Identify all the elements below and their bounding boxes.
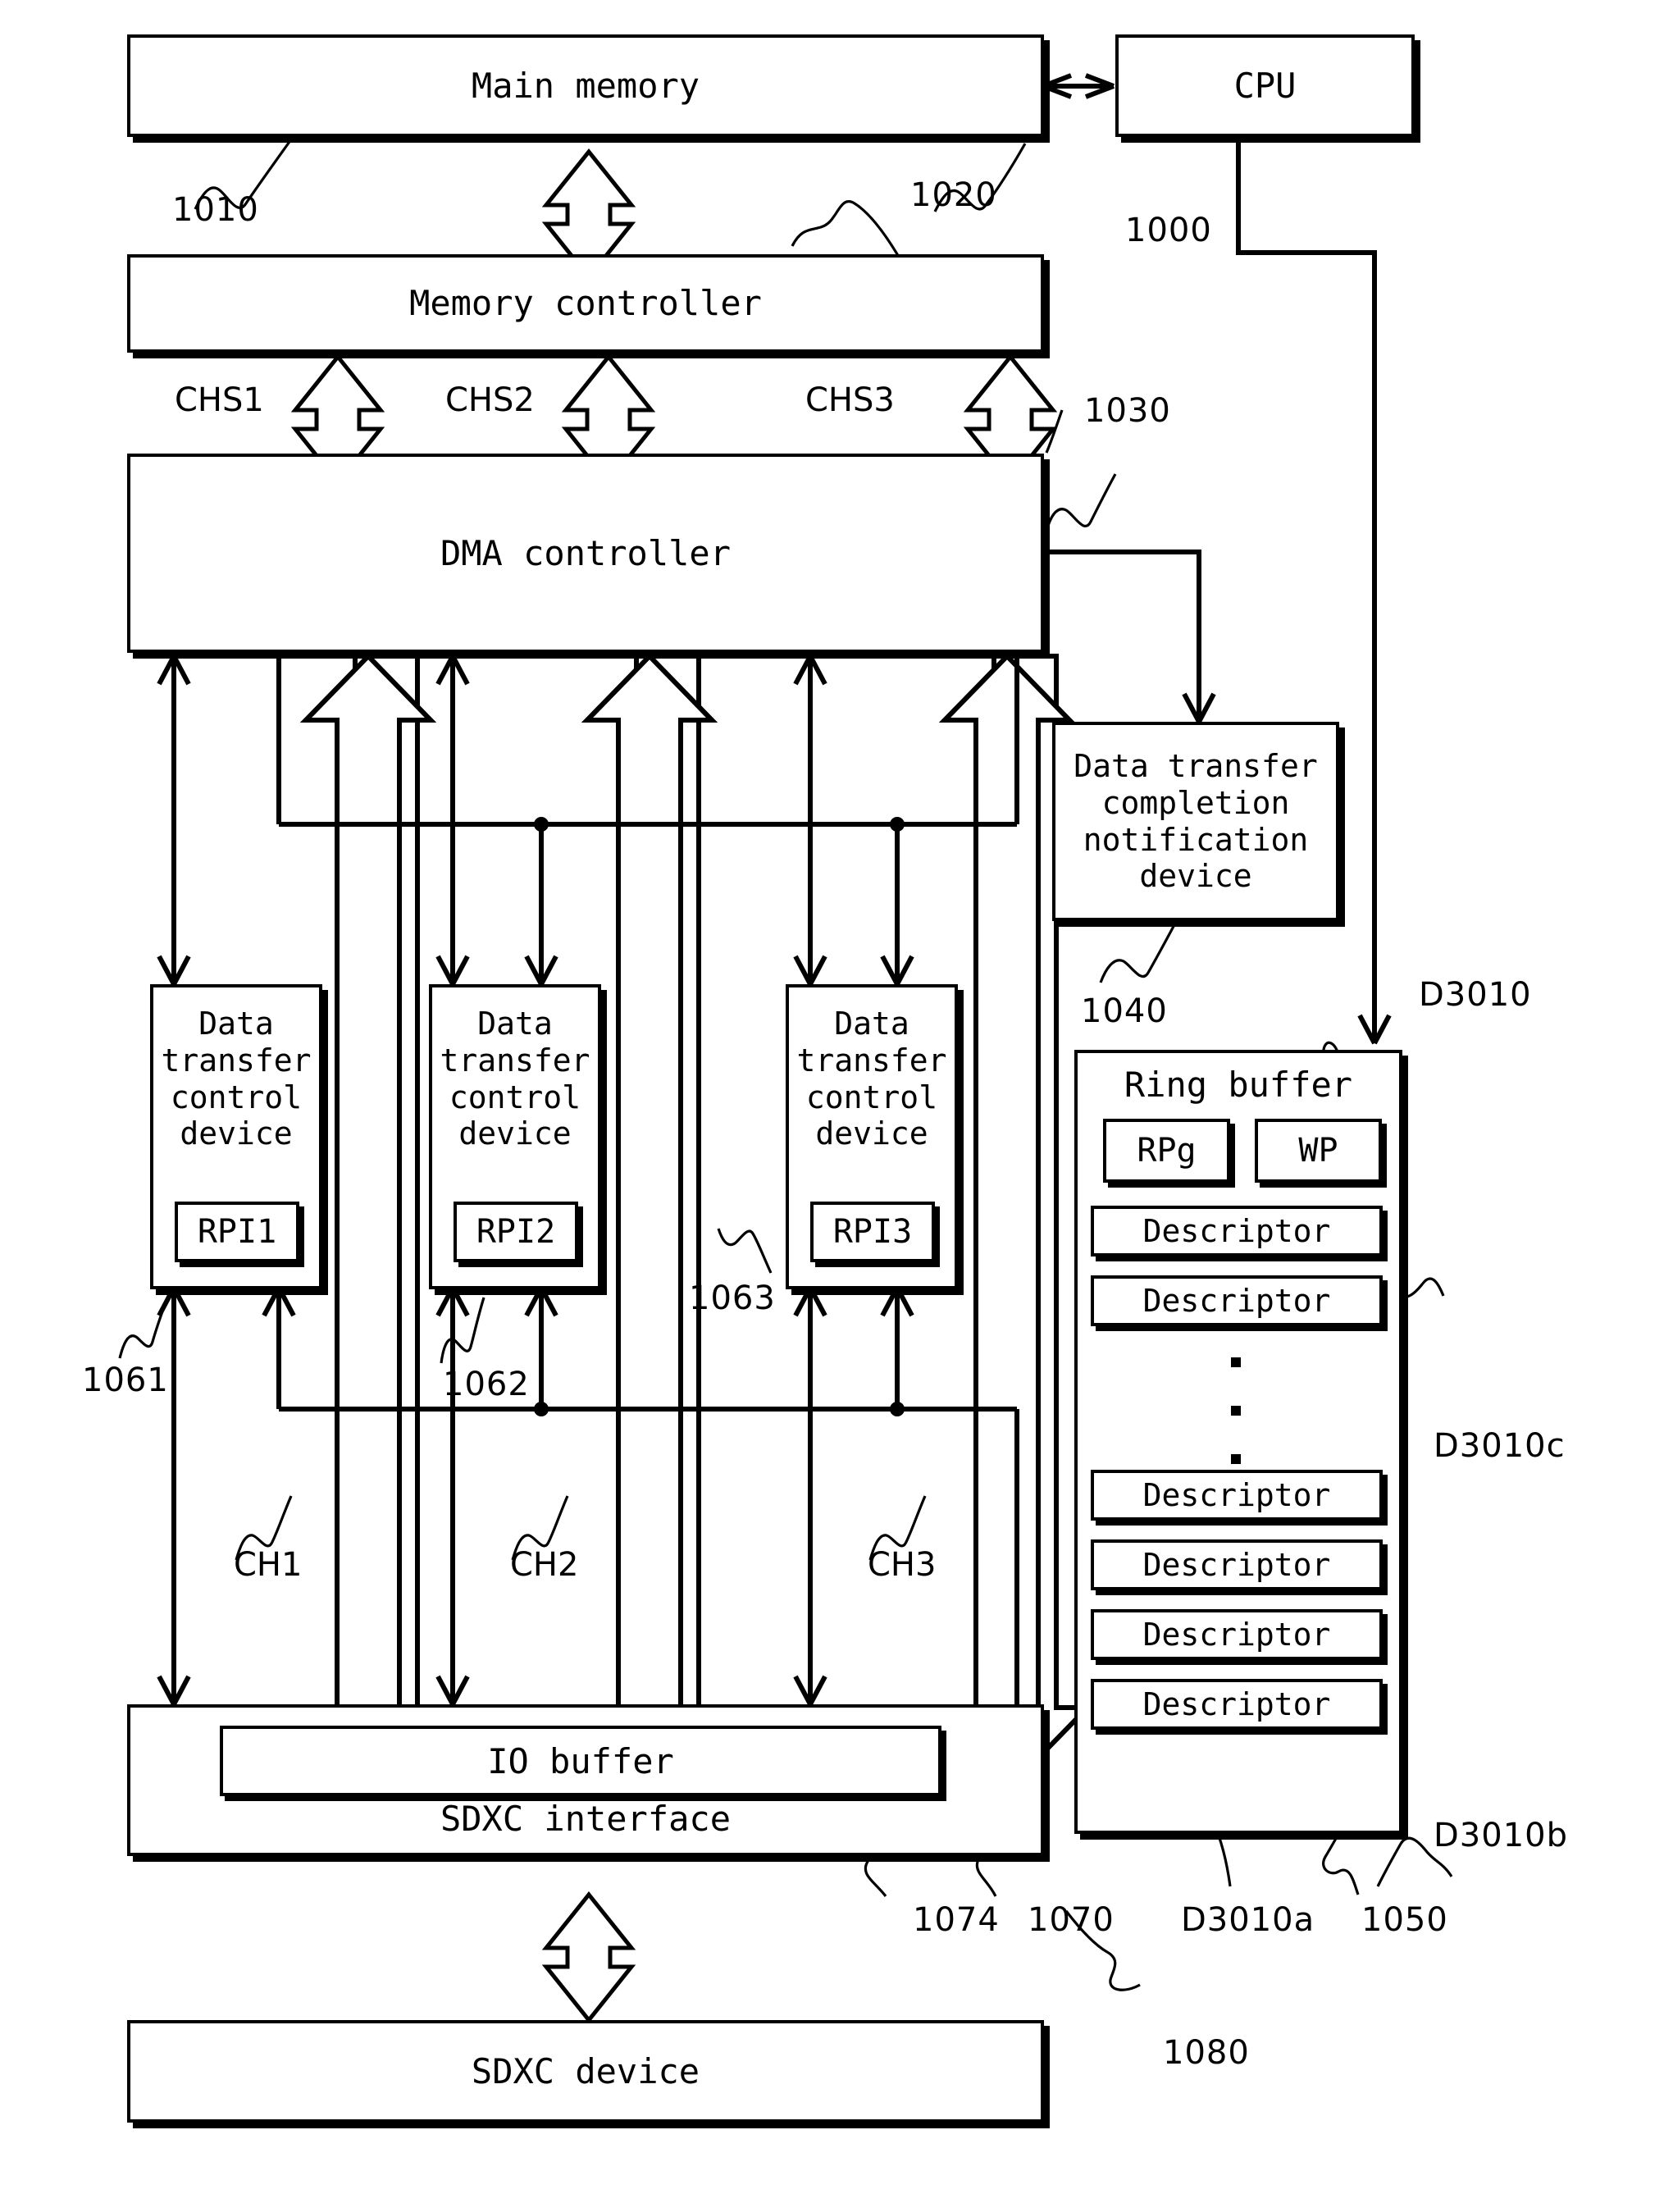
ref-numeral-D3010: D3010 xyxy=(1419,976,1532,1014)
rpi3-label: RPI3 xyxy=(832,1213,913,1251)
ref-numeral-1061: 1061 xyxy=(82,1361,169,1399)
register-rpi1: RPI1 xyxy=(175,1202,299,1262)
dtc2-label: Data transfer control device xyxy=(440,1006,590,1152)
dtc3-label: Data transfer control device xyxy=(796,1006,947,1152)
ref-numeral-1080: 1080 xyxy=(1163,2034,1250,2072)
wp-label: WP xyxy=(1298,1132,1338,1170)
ring-buffer-title: Ring buffer xyxy=(1124,1065,1353,1105)
descriptor-entry: Descriptor xyxy=(1091,1679,1383,1730)
ellipsis-dot xyxy=(1231,1406,1241,1416)
descriptor-entry: Descriptor xyxy=(1091,1539,1383,1590)
descriptor-label: Descriptor xyxy=(1142,1213,1331,1249)
descriptor-entry: Descriptor xyxy=(1091,1275,1383,1326)
pointer-wp: WP xyxy=(1255,1119,1382,1183)
descriptor-entry: Descriptor xyxy=(1091,1470,1383,1521)
ref-numeral-1074: 1074 xyxy=(913,1901,1000,1939)
block-cpu: CPU xyxy=(1115,34,1415,137)
descriptor-label: Descriptor xyxy=(1142,1686,1331,1722)
pointer-rpg: RPg xyxy=(1103,1119,1230,1183)
rpg-label: RPg xyxy=(1137,1132,1197,1170)
descriptor-entry: Descriptor xyxy=(1091,1206,1383,1257)
ref-numeral-D3010b: D3010b xyxy=(1434,1817,1568,1854)
vertical-ellipsis xyxy=(1228,1357,1244,1464)
ref-numeral-1010: 1010 xyxy=(172,191,259,229)
ellipsis-dot xyxy=(1231,1357,1241,1367)
cpu-label: CPU xyxy=(1233,65,1297,106)
rpi2-label: RPI2 xyxy=(476,1213,556,1251)
ref-numeral-1000: 1000 xyxy=(1125,212,1212,249)
ref-numeral-1070: 1070 xyxy=(1028,1901,1115,1939)
ref-numeral-1063: 1063 xyxy=(689,1279,776,1317)
descriptor-entry: Descriptor xyxy=(1091,1609,1383,1660)
dma-controller-label: DMA controller xyxy=(440,532,731,573)
ellipsis-dot xyxy=(1231,1454,1241,1464)
ref-numeral-1020: 1020 xyxy=(910,176,997,214)
dtc1-label: Data transfer control device xyxy=(161,1006,312,1152)
block-memory-controller: Memory controller xyxy=(127,254,1044,353)
ref-numeral-1030: 1030 xyxy=(1084,392,1171,430)
bus-label-chs1: CHS1 xyxy=(175,381,264,419)
sdxc-interface-label: SDXC interface xyxy=(440,1799,731,1840)
descriptor-label: Descriptor xyxy=(1142,1477,1331,1513)
sdxc-device-label: SDXC device xyxy=(471,2050,700,2091)
register-rpi2: RPI2 xyxy=(454,1202,578,1262)
bus-label-chs2: CHS2 xyxy=(445,381,535,419)
block-main-memory: Main memory xyxy=(127,34,1044,137)
main-memory-label: Main memory xyxy=(471,65,700,106)
descriptor-label: Descriptor xyxy=(1142,1617,1331,1653)
figure-canvas: Main memory CPU Memory controller DMA co… xyxy=(0,0,1673,2212)
ref-numeral-D3010c: D3010c xyxy=(1434,1427,1566,1465)
rpi1-label: RPI1 xyxy=(197,1213,277,1251)
ref-numeral-1040: 1040 xyxy=(1081,992,1168,1030)
memory-controller-label: Memory controller xyxy=(409,283,762,324)
completion-device-label: Data transfer completion notification de… xyxy=(1074,747,1318,895)
bus-label-ch1: CH1 xyxy=(234,1546,303,1584)
bus-label-ch3: CH3 xyxy=(868,1546,937,1584)
register-rpi3: RPI3 xyxy=(810,1202,935,1262)
io-buffer-label: IO buffer xyxy=(487,1740,674,1781)
block-io-buffer: IO buffer xyxy=(220,1726,941,1796)
descriptor-label: Descriptor xyxy=(1142,1283,1331,1319)
block-completion-notification-device: Data transfer completion notification de… xyxy=(1052,722,1339,921)
block-sdxc-device: SDXC device xyxy=(127,2020,1044,2123)
block-dma-controller: DMA controller xyxy=(127,454,1044,653)
descriptor-label: Descriptor xyxy=(1142,1547,1331,1583)
ref-numeral-1062: 1062 xyxy=(443,1366,530,1403)
bus-label-ch2: CH2 xyxy=(510,1546,579,1584)
bus-label-chs3: CHS3 xyxy=(805,381,895,419)
ref-numeral-D3010a: D3010a xyxy=(1181,1901,1315,1939)
ref-numeral-1050: 1050 xyxy=(1361,1901,1448,1939)
